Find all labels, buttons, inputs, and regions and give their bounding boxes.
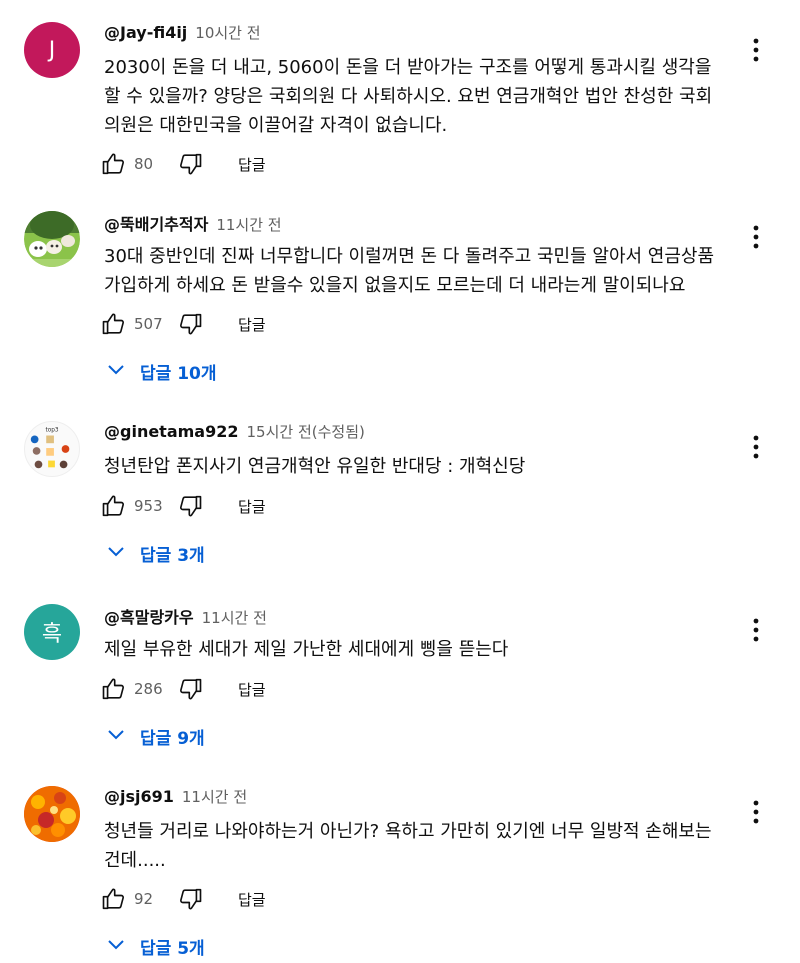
- avatar-letter: J: [48, 37, 56, 63]
- comment-text: 청년탄압 폰지사기 연금개혁안 유일한 반대당 : 개혁신당: [104, 452, 744, 481]
- comment-time[interactable]: 11시간 전: [216, 214, 281, 235]
- comment-text: 30대 중반인데 진짜 너무합니다 이럴꺼면 돈 다 돌려주고 국민들 알아서 …: [104, 242, 744, 300]
- view-replies-button[interactable]: 답글 3개: [106, 536, 205, 570]
- like-count: 92: [134, 890, 154, 908]
- comment-line: 청년탄압 폰지사기 연금개혁안 유일한 반대당 : 개혁신당: [104, 456, 526, 477]
- avatar[interactable]: top3: [24, 421, 80, 477]
- thumb-up-icon[interactable]: [98, 308, 130, 340]
- thumb-down-icon[interactable]: [174, 673, 206, 705]
- more-vert-icon[interactable]: [744, 223, 768, 251]
- avatar[interactable]: [24, 786, 80, 842]
- avatar[interactable]: [24, 211, 80, 267]
- more-vert-icon[interactable]: [744, 798, 768, 826]
- chevron-down-icon: [106, 724, 126, 748]
- like-count: 507: [134, 315, 163, 333]
- avatar-image: top3: [30, 428, 70, 469]
- comment-time[interactable]: 11시간 전: [182, 786, 247, 807]
- avatar-letter: 흑: [41, 622, 63, 647]
- comment-text: 2030이 돈을 더 내고, 5060이 돈을 더 받아가는 구조를 어떻게 통…: [104, 53, 744, 140]
- replies-count: 답글 5개: [140, 938, 205, 959]
- reply-button[interactable]: 답글: [238, 679, 266, 700]
- comment-line: 청년들 거리로 나와야하는거 아닌가? 욕하고 가만히 있기엔 너무 일방적 손…: [104, 821, 712, 842]
- thumb-up-icon[interactable]: [98, 673, 130, 705]
- thumb-up-icon[interactable]: [98, 883, 130, 915]
- reply-button[interactable]: 답글: [238, 496, 266, 517]
- comment-line: 할 수 있을까? 양당은 국회의원 다 사퇴하시오. 요번 연금개혁안 법안 찬…: [104, 86, 713, 107]
- view-replies-button[interactable]: 답글 10개: [106, 354, 217, 388]
- reply-button[interactable]: 답글: [238, 154, 266, 175]
- chevron-down-icon: [106, 934, 126, 958]
- comment-author[interactable]: @뚝배기추적자: [104, 211, 208, 235]
- avatar-image: [24, 211, 80, 267]
- svg-text:top3: top3: [45, 428, 58, 434]
- comment-time[interactable]: 10시간 전: [195, 22, 260, 43]
- thumb-up-icon[interactable]: [98, 490, 130, 522]
- comment-line: 건데.....: [104, 850, 166, 871]
- more-vert-icon[interactable]: [744, 616, 768, 644]
- comment-text: 제일 부유한 세대가 제일 가난한 세대에게 삥을 뜯는다: [104, 635, 744, 664]
- comment-author[interactable]: @흑말랑카우: [104, 604, 194, 628]
- chevron-down-icon: [106, 541, 126, 565]
- comment-author[interactable]: @ginetama922: [104, 422, 239, 441]
- like-count: 953: [134, 497, 163, 515]
- comment-author[interactable]: @jsj691: [104, 787, 174, 806]
- like-count: 286: [134, 680, 163, 698]
- comment-author[interactable]: @Jay-fi4ij: [104, 23, 187, 42]
- reply-button[interactable]: 답글: [238, 889, 266, 910]
- comment-time[interactable]: 15시간 전(수정됨): [247, 421, 365, 442]
- view-replies-button[interactable]: 답글 5개: [106, 929, 205, 963]
- chevron-down-icon: [106, 359, 126, 383]
- comment-line: 2030이 돈을 더 내고, 5060이 돈을 더 받아가는 구조를 어떻게 통…: [104, 57, 712, 78]
- thumb-down-icon[interactable]: [174, 490, 206, 522]
- thumb-down-icon[interactable]: [174, 883, 206, 915]
- replies-count: 답글 3개: [140, 545, 205, 566]
- view-replies-button[interactable]: 답글 9개: [106, 719, 205, 753]
- comment-line: 가입하게 하세요 돈 받을수 있을지 없을지도 모르는데 더 내라는게 말이되나…: [104, 275, 686, 296]
- thumb-up-icon[interactable]: [98, 148, 130, 180]
- avatar[interactable]: J: [24, 22, 80, 78]
- comment-time[interactable]: 11시간 전: [202, 607, 267, 628]
- avatar-image: [24, 786, 80, 842]
- comment-line: 의원은 대한민국을 이끌어갈 자격이 없습니다.: [104, 115, 448, 136]
- thumb-down-icon[interactable]: [174, 308, 206, 340]
- replies-count: 답글 10개: [140, 363, 217, 384]
- reply-button[interactable]: 답글: [238, 314, 266, 335]
- like-count: 80: [134, 155, 154, 173]
- avatar[interactable]: 흑: [24, 604, 80, 660]
- more-vert-icon[interactable]: [744, 36, 768, 64]
- more-vert-icon[interactable]: [744, 433, 768, 461]
- replies-count: 답글 9개: [140, 728, 205, 749]
- thumb-down-icon[interactable]: [174, 148, 206, 180]
- comment-text: 청년들 거리로 나와야하는거 아닌가? 욕하고 가만히 있기엔 너무 일방적 손…: [104, 817, 744, 875]
- comment-line: 30대 중반인데 진짜 너무합니다 이럴꺼면 돈 다 돌려주고 국민들 알아서 …: [104, 246, 715, 267]
- comment-line: 제일 부유한 세대가 제일 가난한 세대에게 삥을 뜯는다: [104, 639, 509, 660]
